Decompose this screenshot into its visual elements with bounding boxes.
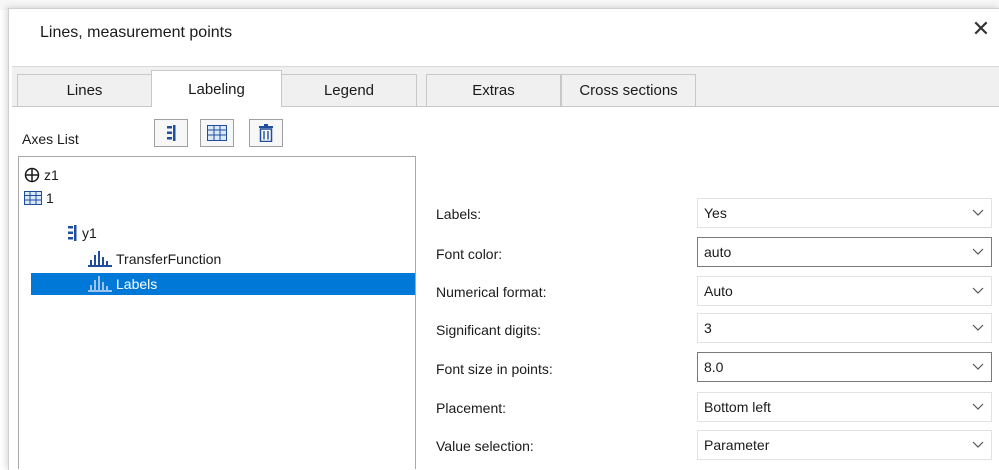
value-selection-label: Value selection: [436, 438, 534, 454]
font-size-label: Font size in points: [436, 361, 553, 377]
font-size-value: 8.0 [704, 359, 724, 375]
dialog-title: Lines, measurement points [40, 24, 233, 41]
y-axis-icon [167, 125, 176, 141]
delete-button[interactable] [249, 119, 283, 147]
tree-item-y1[interactable]: y1 [66, 222, 97, 244]
significant-digits-select[interactable]: 3 [697, 313, 992, 343]
font-color-select[interactable]: auto [697, 237, 992, 267]
close-icon: ✕ [971, 16, 991, 41]
numerical-format-value: Auto [704, 283, 733, 299]
labels-select[interactable]: Yes [697, 198, 992, 228]
trash-icon [259, 124, 273, 142]
chevron-down-icon [965, 324, 991, 332]
font-color-value: auto [704, 244, 732, 260]
close-button[interactable]: ✕ [966, 14, 996, 44]
bar-chart-icon [88, 251, 112, 267]
tree-item-label: TransferFunction [116, 251, 222, 267]
chevron-down-icon [965, 441, 991, 449]
bar-chart-icon [88, 276, 112, 292]
chevron-down-icon [965, 287, 991, 295]
numerical-format-select[interactable]: Auto [697, 276, 992, 306]
font-size-select[interactable]: 8.0 [697, 352, 992, 382]
table-icon [24, 191, 42, 205]
tab-cross-sections[interactable]: Cross sections [561, 74, 696, 106]
tab-extras[interactable]: Extras [426, 74, 561, 106]
axes-list-label: Axes List [22, 131, 79, 147]
value-selection-value: Parameter [704, 437, 770, 453]
significant-digits-value: 3 [704, 320, 712, 336]
placement-label: Placement: [436, 400, 507, 416]
tree-item-label: z1 [44, 167, 59, 183]
font-color-label: Font color: [436, 246, 503, 262]
tab-labeling[interactable]: Labeling [151, 70, 282, 107]
numerical-format-label: Numerical format: [436, 284, 547, 300]
crosshair-circle-icon [24, 167, 40, 183]
tree-item-transferfunction[interactable]: TransferFunction [88, 248, 221, 270]
tab-lines[interactable]: Lines [17, 74, 152, 106]
chevron-down-icon [965, 403, 991, 411]
tree-item-1[interactable]: 1 [24, 187, 54, 209]
placement-value: Bottom left [704, 399, 771, 415]
labels-label: Labels: [436, 206, 482, 222]
value-selection-select[interactable]: Parameter [697, 430, 992, 460]
tree-item-z1[interactable]: z1 [24, 164, 59, 186]
chevron-down-icon [965, 363, 991, 371]
chevron-down-icon [965, 209, 991, 217]
table-icon [207, 125, 227, 141]
tree-item-label: Labels [116, 276, 158, 292]
add-table-button[interactable] [200, 119, 234, 147]
significant-digits-label: Significant digits: [436, 322, 542, 338]
placement-select[interactable]: Bottom left [697, 392, 992, 422]
add-y-axis-button[interactable] [154, 119, 188, 147]
y-axis-icon [68, 225, 77, 241]
tree-item-label: y1 [82, 225, 97, 241]
tree-item-label: 1 [46, 190, 54, 206]
tree-item-labels[interactable]: Labels [31, 273, 415, 295]
axes-tree[interactable] [18, 156, 416, 469]
tab-legend[interactable]: Legend [281, 74, 417, 106]
labels-value: Yes [704, 205, 727, 221]
chevron-down-icon [965, 248, 991, 256]
